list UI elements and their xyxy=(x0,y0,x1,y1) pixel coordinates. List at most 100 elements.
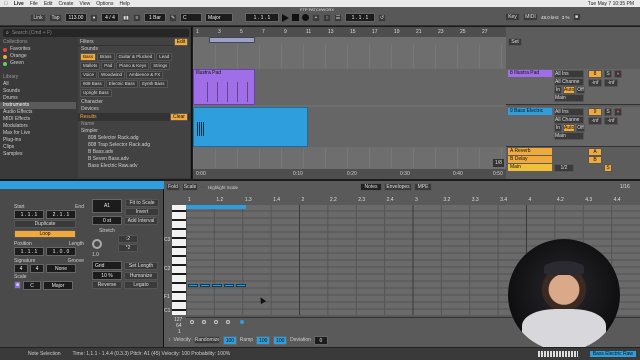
length-field[interactable]: 1 . 0 . 0 xyxy=(46,246,76,256)
pan-field[interactable]: -inf xyxy=(604,79,618,87)
menu-help[interactable]: Help xyxy=(119,1,129,7)
tag-piano[interactable]: Piano & Keys xyxy=(116,62,150,70)
invert-button[interactable]: Invert xyxy=(125,208,159,216)
return-a-reverb[interactable]: A Reverb A xyxy=(506,148,640,156)
arrangement-position[interactable]: 1 . 1 . 1 xyxy=(245,13,279,22)
tab-envelopes[interactable]: Envelopes xyxy=(384,183,412,191)
midi-button[interactable]: MIDI xyxy=(523,13,538,21)
solo-button[interactable]: S xyxy=(604,108,612,116)
sig-numerator[interactable]: 4 xyxy=(14,263,28,273)
solo-button[interactable]: S xyxy=(604,70,612,78)
note[interactable] xyxy=(200,284,210,287)
loop-icon[interactable]: ↺ xyxy=(378,13,386,22)
tag-pad[interactable]: Pad xyxy=(101,62,116,70)
main-name[interactable]: Main xyxy=(508,164,552,171)
track-name[interactable]: 8 Illustra Pad xyxy=(508,70,552,77)
tap-button[interactable]: Tap xyxy=(49,13,62,22)
tag-guitar[interactable]: Guitar & Plucked xyxy=(115,53,156,61)
library-sounds[interactable]: Sounds xyxy=(0,88,76,95)
editor-ruler[interactable]: 1 1.2 1.3 1.4 2 2.2 2.3 2.4 3 3.2 3.3 3.4 4 4.2 4.3 4.4 xyxy=(186,192,640,204)
result-item[interactable]: B Seven Bass.adv xyxy=(78,156,190,163)
track-number[interactable]: 8 xyxy=(588,70,602,78)
return-name[interactable]: B Delay xyxy=(508,156,552,163)
stretch-knob-icon[interactable] xyxy=(92,238,102,249)
link-button[interactable]: Link xyxy=(30,13,46,22)
menu-create[interactable]: Create xyxy=(58,1,73,7)
tag-bass[interactable]: Bass xyxy=(80,53,97,61)
velocity-marker[interactable] xyxy=(190,320,194,324)
return-b-delay[interactable]: B Delay B xyxy=(506,156,640,164)
menu-edit[interactable]: Edit xyxy=(44,1,53,7)
tag-upright-bass[interactable]: Upright Bass xyxy=(80,89,112,97)
arm-icon[interactable]: ● xyxy=(614,70,622,78)
double-button[interactable]: *2 xyxy=(118,244,138,252)
record-icon[interactable] xyxy=(302,14,309,21)
expand-icon[interactable]: ↕ xyxy=(168,337,171,343)
semitone-field[interactable]: 0 st xyxy=(92,216,122,225)
main-track[interactable]: Main 1/2 S xyxy=(506,164,640,172)
position-field[interactable]: 1 . 1 . 1 xyxy=(14,246,44,256)
library-all[interactable]: All xyxy=(0,81,76,88)
note[interactable] xyxy=(224,284,234,287)
volume-field[interactable]: -inf xyxy=(588,117,602,125)
scale-button[interactable]: Scale xyxy=(182,183,198,191)
tag-808-bass[interactable]: 808 Bass xyxy=(80,80,105,88)
library-instruments[interactable]: Instruments xyxy=(0,102,76,109)
result-item[interactable]: Bass Electric Raw.adv xyxy=(78,163,190,170)
pan-field[interactable]: -inf xyxy=(604,117,618,125)
velocity-marker[interactable] xyxy=(240,320,244,324)
tag-ambience[interactable]: Ambience & FX xyxy=(125,71,164,79)
clip-title-bar[interactable] xyxy=(0,181,164,189)
draw-mode-icon[interactable]: ✎ xyxy=(169,13,177,22)
return-letter[interactable]: B xyxy=(588,156,602,164)
piano-keyboard[interactable] xyxy=(172,205,186,315)
result-folder[interactable]: Simpler xyxy=(78,128,190,135)
note[interactable] xyxy=(212,284,222,287)
library-modulators[interactable]: Modulators xyxy=(0,123,76,130)
note[interactable] xyxy=(236,284,246,287)
duplicate-button[interactable]: Duplicate xyxy=(14,220,76,228)
edit-button[interactable]: Edit xyxy=(174,37,188,46)
tag-synth-bass[interactable]: Synth Bass xyxy=(138,80,168,88)
library-samples[interactable]: Samples xyxy=(0,151,76,158)
result-item[interactable]: 808 Trap Selector Rack.adg xyxy=(78,142,190,149)
key-button[interactable]: Key xyxy=(505,13,520,21)
apple-icon[interactable]:  xyxy=(4,1,8,7)
output-routing[interactable]: Main xyxy=(554,132,584,140)
groove-select[interactable]: None xyxy=(46,263,76,273)
end-field[interactable]: 2 . 1 . 1 xyxy=(46,209,76,219)
result-item[interactable]: 808 Selector Rack.adg xyxy=(78,135,190,142)
clear-button[interactable]: Clear xyxy=(170,113,188,121)
fit-to-scale-button[interactable]: Fit to Scale xyxy=(125,199,159,207)
library-audio-effects[interactable]: Audio Effects xyxy=(0,109,76,116)
loop-brace[interactable] xyxy=(209,37,255,43)
devices-label[interactable]: Devices xyxy=(78,106,190,113)
set-length-button[interactable]: Set Length xyxy=(124,261,158,270)
collection-orange[interactable]: Orange xyxy=(0,53,76,60)
time-signature[interactable]: 4 / 4 xyxy=(101,13,119,22)
metronome-icon[interactable]: ● xyxy=(90,13,98,22)
reverse-button[interactable]: Reverse xyxy=(92,281,122,289)
key-select[interactable]: C xyxy=(180,13,202,22)
grid-select[interactable]: Grid xyxy=(92,261,122,270)
fold-button[interactable]: Fold xyxy=(166,183,180,191)
monitor-off[interactable]: Off xyxy=(576,124,585,132)
loop-button[interactable]: Loop xyxy=(14,230,76,238)
halve-button[interactable]: :2 xyxy=(118,235,138,243)
channel-select[interactable]: All Channe xyxy=(554,78,584,86)
tab-mpe[interactable]: MPE xyxy=(414,183,432,191)
output-routing[interactable]: Main xyxy=(554,94,584,102)
velocity-value[interactable]: 100 xyxy=(222,335,237,345)
monitor-auto[interactable]: Auto xyxy=(563,124,575,132)
tag-mallets[interactable]: Mallets xyxy=(80,62,101,70)
tag-strings[interactable]: Strings xyxy=(150,62,171,70)
sig-denominator[interactable]: 4 xyxy=(30,263,44,273)
track-header-illustra-pad[interactable]: 8 Illustra Pad All Ins All Channe In Aut… xyxy=(506,69,640,105)
humanize-amount[interactable]: 10 % xyxy=(92,271,122,280)
track-number[interactable]: 9 xyxy=(588,108,602,116)
deviation-value[interactable]: 0 xyxy=(313,335,328,345)
library-drums[interactable]: Drums xyxy=(0,95,76,102)
overview-icon[interactable]: ■ xyxy=(572,13,581,21)
search-input[interactable]: Search (Cmd + F) xyxy=(12,30,52,36)
track-name[interactable]: 9 Bass Electric xyxy=(508,108,552,115)
